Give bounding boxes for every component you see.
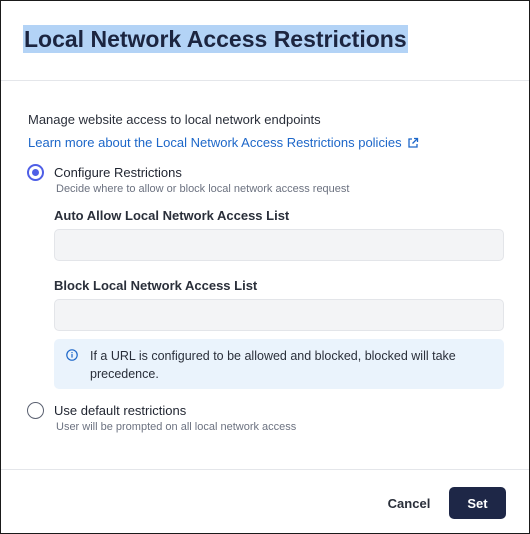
dialog-header: Local Network Access Restrictions xyxy=(1,1,529,81)
allow-list-input[interactable] xyxy=(54,229,504,261)
default-restrictions-label[interactable]: Use default restrictions xyxy=(54,403,186,418)
configure-restrictions-label[interactable]: Configure Restrictions xyxy=(54,165,182,180)
default-restrictions-sublabel: User will be prompted on all local netwo… xyxy=(56,421,297,433)
set-button[interactable]: Set xyxy=(449,487,506,519)
info-icon xyxy=(66,349,78,361)
dialog-description: Manage website access to local network e… xyxy=(28,112,321,127)
dialog-title: Local Network Access Restrictions xyxy=(23,25,408,53)
default-restrictions-radio[interactable] xyxy=(27,402,44,419)
footer-divider xyxy=(1,469,529,470)
info-text: If a URL is configured to be allowed and… xyxy=(90,349,456,381)
configure-restrictions-sublabel: Decide where to allow or block local net… xyxy=(56,183,350,195)
learn-more-link-label: Learn more about the Local Network Acces… xyxy=(28,135,402,150)
learn-more-link[interactable]: Learn more about the Local Network Acces… xyxy=(28,135,419,150)
block-list-input[interactable] xyxy=(54,299,504,331)
external-link-icon xyxy=(407,137,418,148)
cancel-button[interactable]: Cancel xyxy=(377,488,441,518)
allow-list-label: Auto Allow Local Network Access List xyxy=(54,208,290,223)
dialog: Local Network Access Restrictions Manage… xyxy=(0,0,530,534)
configure-restrictions-radio[interactable] xyxy=(27,164,44,181)
block-list-label: Block Local Network Access List xyxy=(54,278,258,293)
info-banner: If a URL is configured to be allowed and… xyxy=(54,339,504,389)
